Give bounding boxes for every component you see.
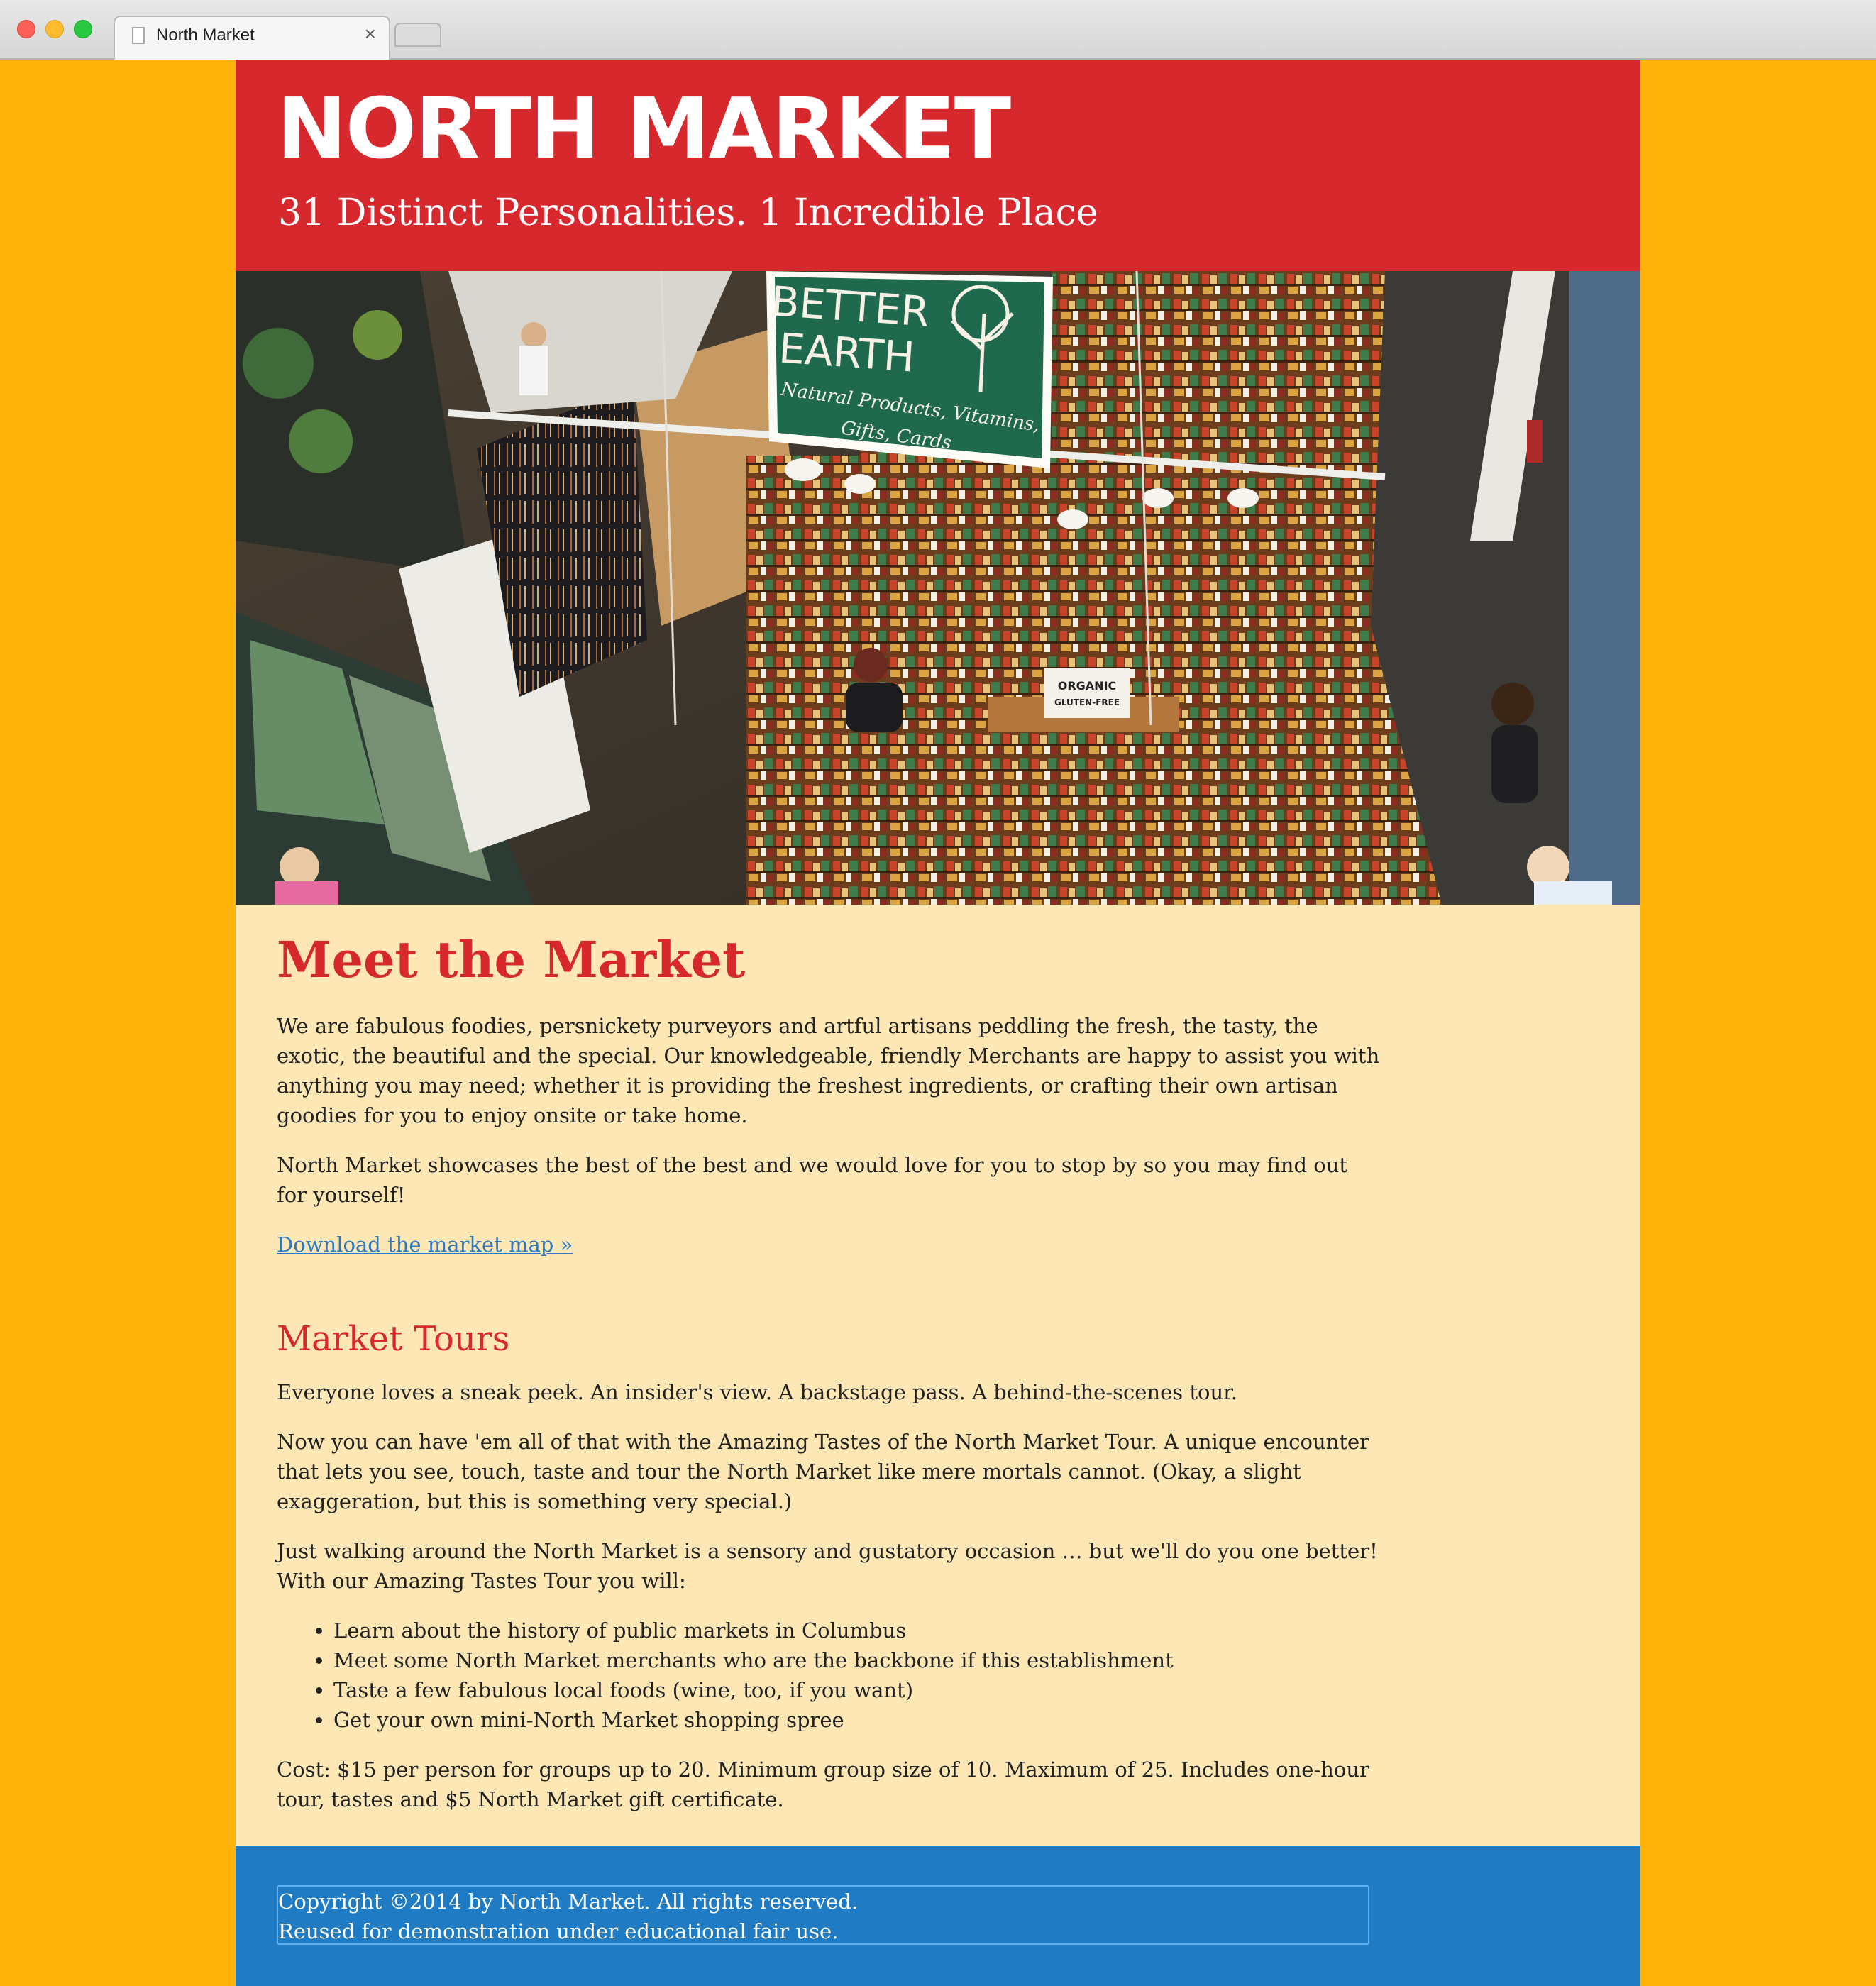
site-tagline: 31 Distinct Personalities. 1 Incredible … bbox=[278, 192, 1098, 234]
site-header: NORTH MARKET 31 Distinct Personalities. … bbox=[236, 60, 1640, 271]
tab-close-icon[interactable]: × bbox=[365, 23, 376, 45]
organic-sign-line2: GLUTEN-FREE bbox=[1054, 697, 1120, 707]
sign-line2: EARTH bbox=[778, 324, 917, 381]
list-item: Meet some North Market merchants who are… bbox=[333, 1645, 1384, 1675]
tours-heading: Market Tours bbox=[277, 1319, 510, 1359]
footer-copyright-box: Copyright ©2014 by North Market. All rig… bbox=[277, 1885, 1369, 1945]
list-item: Get your own mini-North Market shopping … bbox=[333, 1705, 1384, 1735]
market-photo: ORGANIC GLUTEN-FREE BETTER EARTH Natural… bbox=[236, 271, 1640, 905]
download-map-link[interactable]: Download the market map » bbox=[277, 1232, 573, 1257]
list-item: Learn about the history of public market… bbox=[333, 1616, 1384, 1645]
tours-paragraph-3: Just walking around the North Market is … bbox=[277, 1539, 1378, 1593]
tour-cost: Cost: $15 per person for groups up to 20… bbox=[277, 1758, 1369, 1811]
page: NORTH MARKET 31 Distinct Personalities. … bbox=[236, 60, 1640, 1986]
new-tab-button[interactable] bbox=[394, 23, 441, 47]
close-window-button[interactable] bbox=[17, 20, 35, 38]
maximize-window-button[interactable] bbox=[74, 20, 92, 38]
copyright-text: Copyright ©2014 by North Market. All rig… bbox=[278, 1890, 859, 1914]
browser-tab[interactable]: North Market × bbox=[114, 16, 390, 60]
main-content: Meet the Market We are fabulous foodies,… bbox=[236, 905, 1425, 1814]
list-item: Taste a few fabulous local foods (wine, … bbox=[333, 1675, 1384, 1705]
site-title: NORTH MARKET bbox=[277, 79, 1011, 177]
organic-sign-line1: ORGANIC bbox=[1058, 679, 1117, 693]
tab-title: North Market bbox=[156, 26, 255, 45]
tours-paragraph-1: Everyone loves a sneak peek. An insider'… bbox=[277, 1380, 1238, 1404]
site-footer: Copyright ©2014 by North Market. All rig… bbox=[236, 1846, 1640, 1986]
tours-paragraph-2: Now you can have 'em all of that with th… bbox=[277, 1430, 1370, 1513]
hero-image: ORGANIC GLUTEN-FREE BETTER EARTH Natural… bbox=[236, 271, 1640, 905]
document-icon bbox=[132, 27, 145, 44]
tour-benefits-list: Learn about the history of public market… bbox=[277, 1616, 1384, 1735]
meet-paragraph-1: We are fabulous foodies, persnickety pur… bbox=[277, 1014, 1380, 1127]
fair-use-text: Reused for demonstration under education… bbox=[278, 1919, 839, 1943]
browser-chrome: North Market × bbox=[0, 0, 1876, 60]
minimize-window-button[interactable] bbox=[45, 20, 64, 38]
meet-heading: Meet the Market bbox=[277, 930, 746, 989]
meet-paragraph-2: North Market showcases the best of the b… bbox=[277, 1153, 1348, 1207]
map-link-paragraph: Download the market map » bbox=[277, 1230, 1384, 1259]
